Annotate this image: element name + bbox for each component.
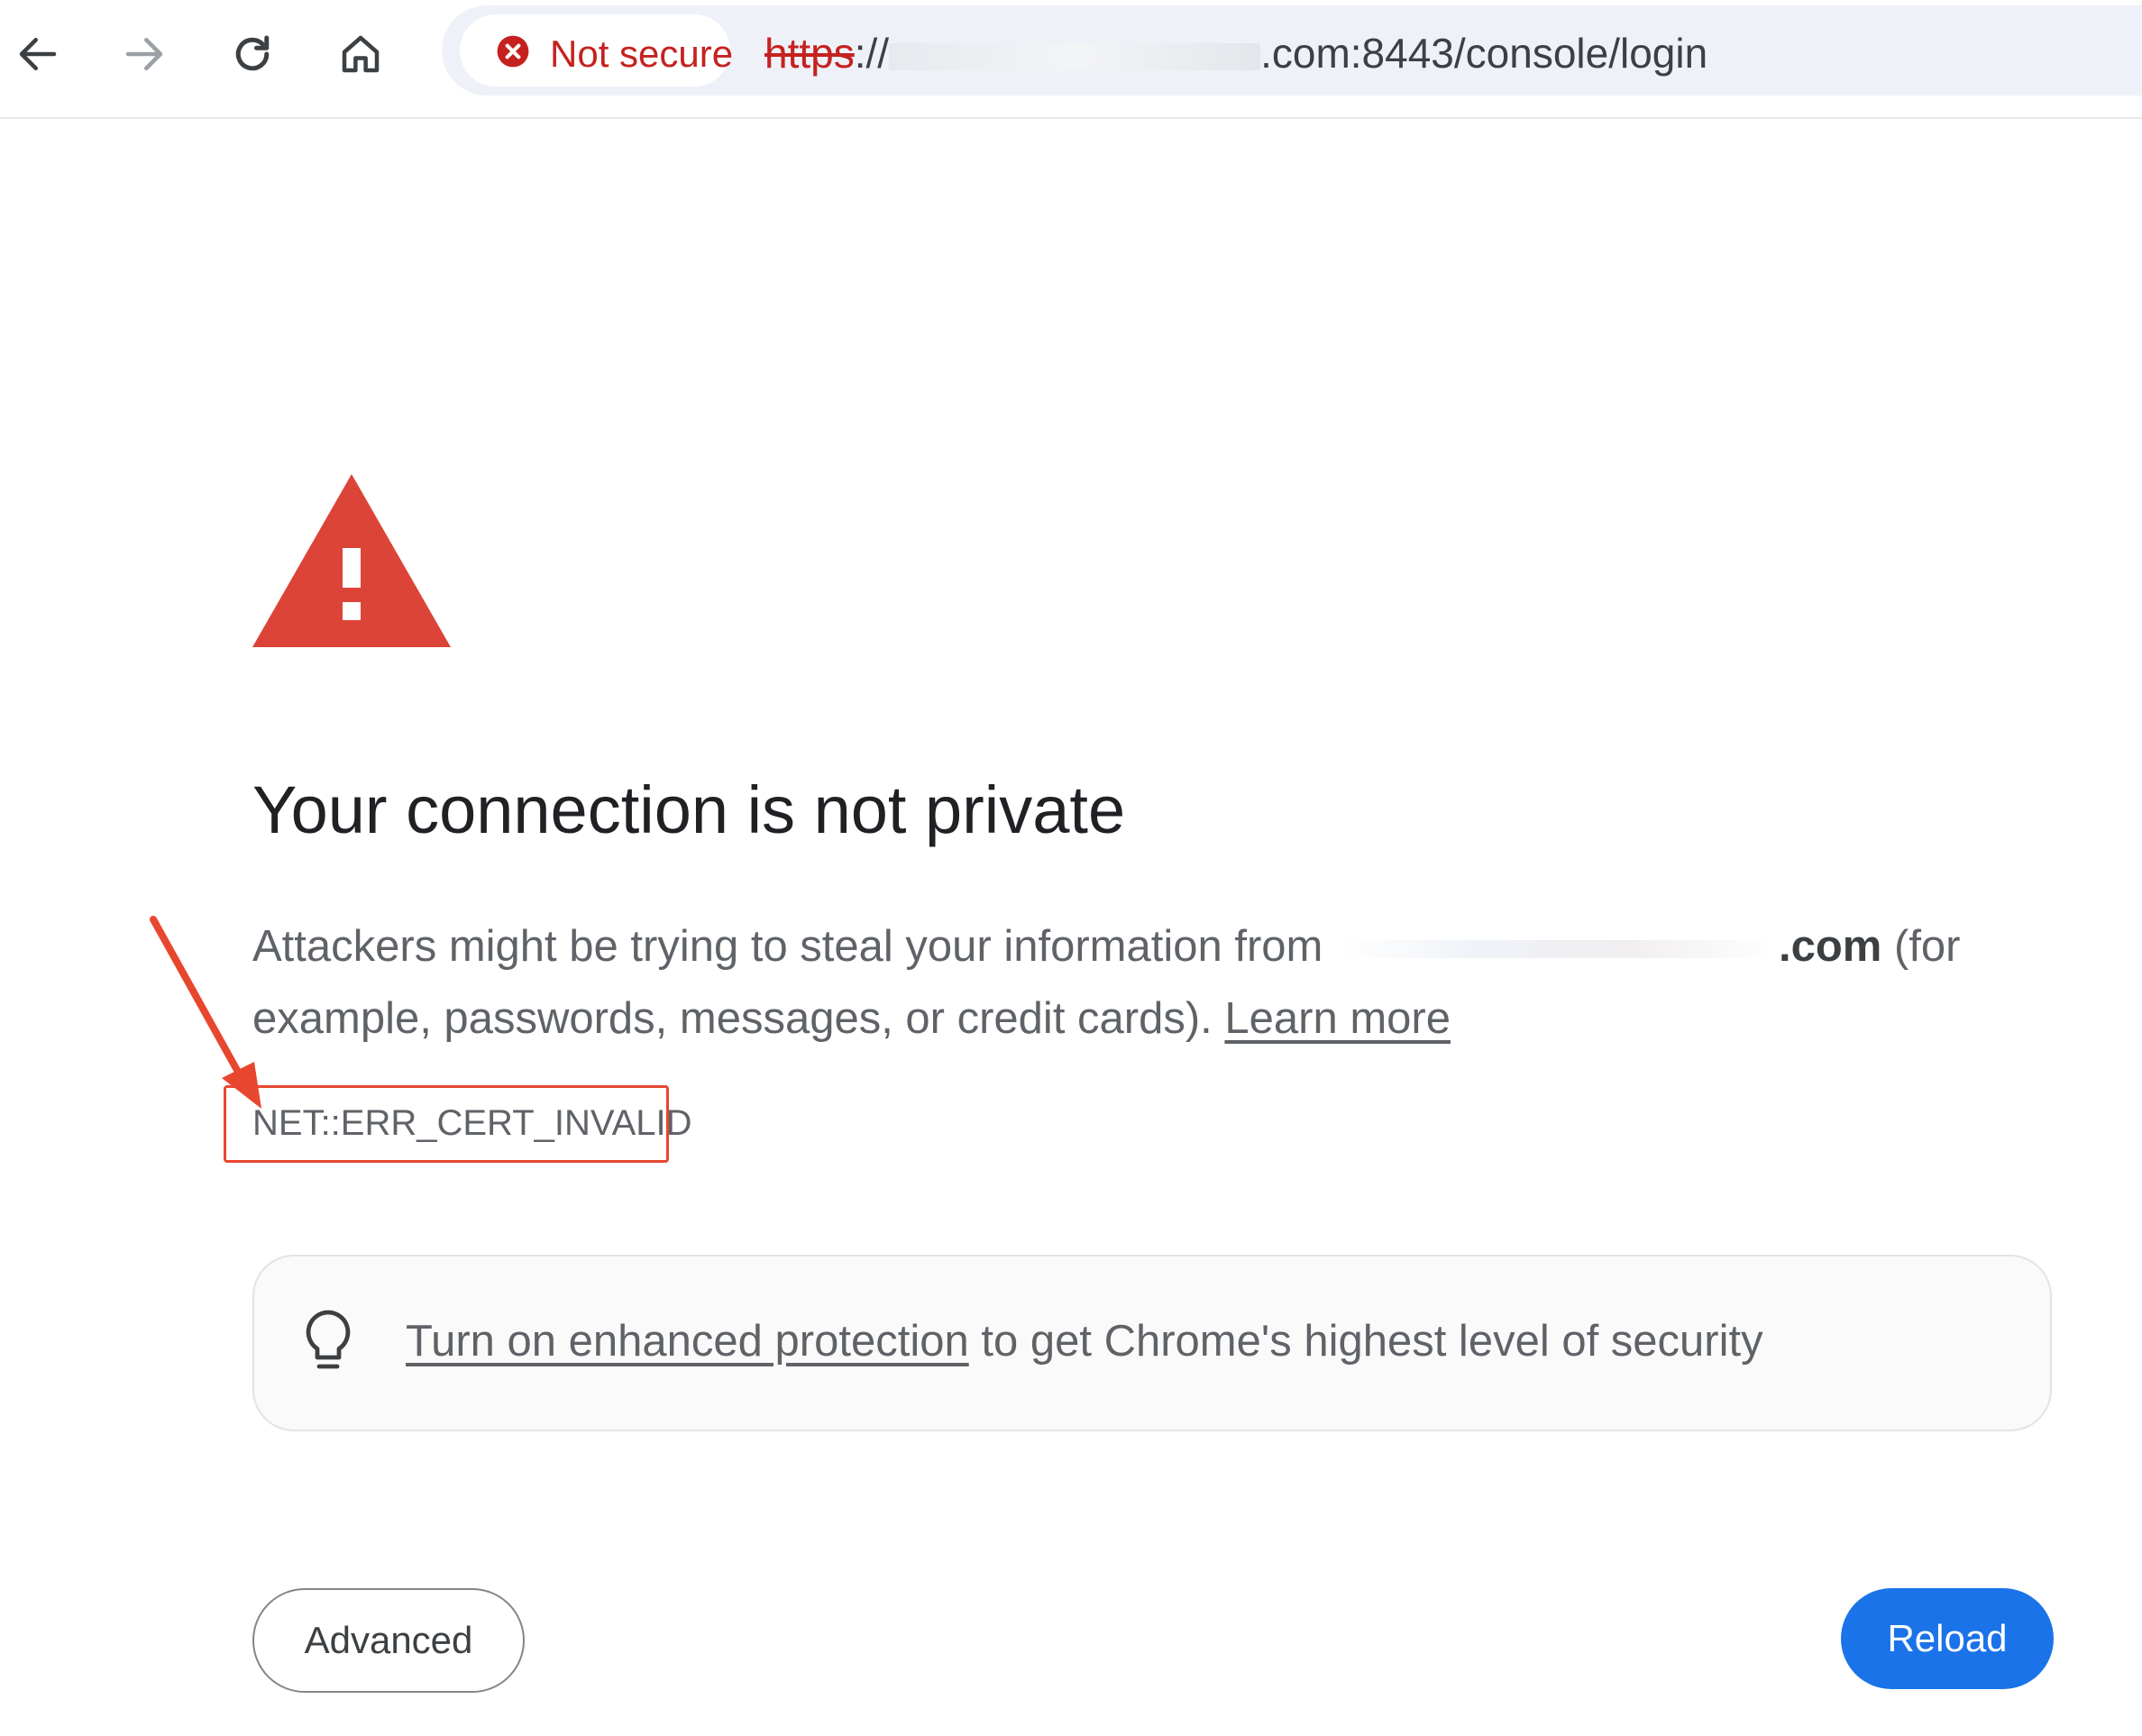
description-domain: .com	[1779, 922, 1882, 971]
warning-triangle-icon	[252, 474, 451, 647]
arrow-left-icon	[19, 38, 57, 70]
url-separator: ://	[854, 30, 890, 77]
back-button[interactable]	[0, 16, 76, 92]
description-prefix: Attackers might be trying to steal your …	[252, 922, 1323, 971]
redacted-host	[889, 42, 1261, 70]
promo-text: Turn on enhanced protection to get Chrom…	[406, 1316, 1763, 1366]
reload-toolbar-button[interactable]	[215, 16, 290, 92]
error-code[interactable]: NET::ERR_CERT_INVALID	[252, 1103, 692, 1144]
promo-description: to get Chrome's highest level of securit…	[981, 1317, 1763, 1366]
home-icon	[342, 35, 380, 73]
home-button[interactable]	[323, 16, 398, 92]
browser-toolbar: Not secure https:// .com:8443/console/log…	[0, 0, 2142, 119]
url-scheme: https	[764, 30, 855, 77]
warning-description: Attackers might be trying to steal your …	[252, 910, 2037, 1055]
url-text[interactable]: https:// .com:8443/console/login	[764, 29, 1707, 78]
forward-button[interactable]	[106, 16, 182, 92]
redacted-domain	[1341, 940, 1773, 959]
enhanced-protection-link[interactable]: Turn on enhanced protection	[406, 1317, 969, 1366]
enhanced-protection-promo: Turn on enhanced protection to get Chrom…	[252, 1255, 2052, 1431]
page-title: Your connection is not private	[252, 772, 1126, 847]
security-chip-label: Not secure	[550, 32, 734, 75]
url-suffix: .com:8443/console/login	[1260, 30, 1708, 77]
advanced-button[interactable]: Advanced	[252, 1588, 525, 1693]
learn-more-link[interactable]: Learn more	[1224, 994, 1451, 1043]
reload-button[interactable]: Reload	[1841, 1588, 2054, 1689]
lightbulb-icon	[306, 1310, 351, 1369]
arrow-right-icon	[125, 38, 163, 70]
address-bar[interactable]: Not secure https:// .com:8443/console/log…	[442, 5, 2142, 96]
reload-icon	[235, 35, 270, 71]
security-chip[interactable]: Not secure	[460, 14, 734, 87]
error-circle-icon	[497, 35, 529, 68]
